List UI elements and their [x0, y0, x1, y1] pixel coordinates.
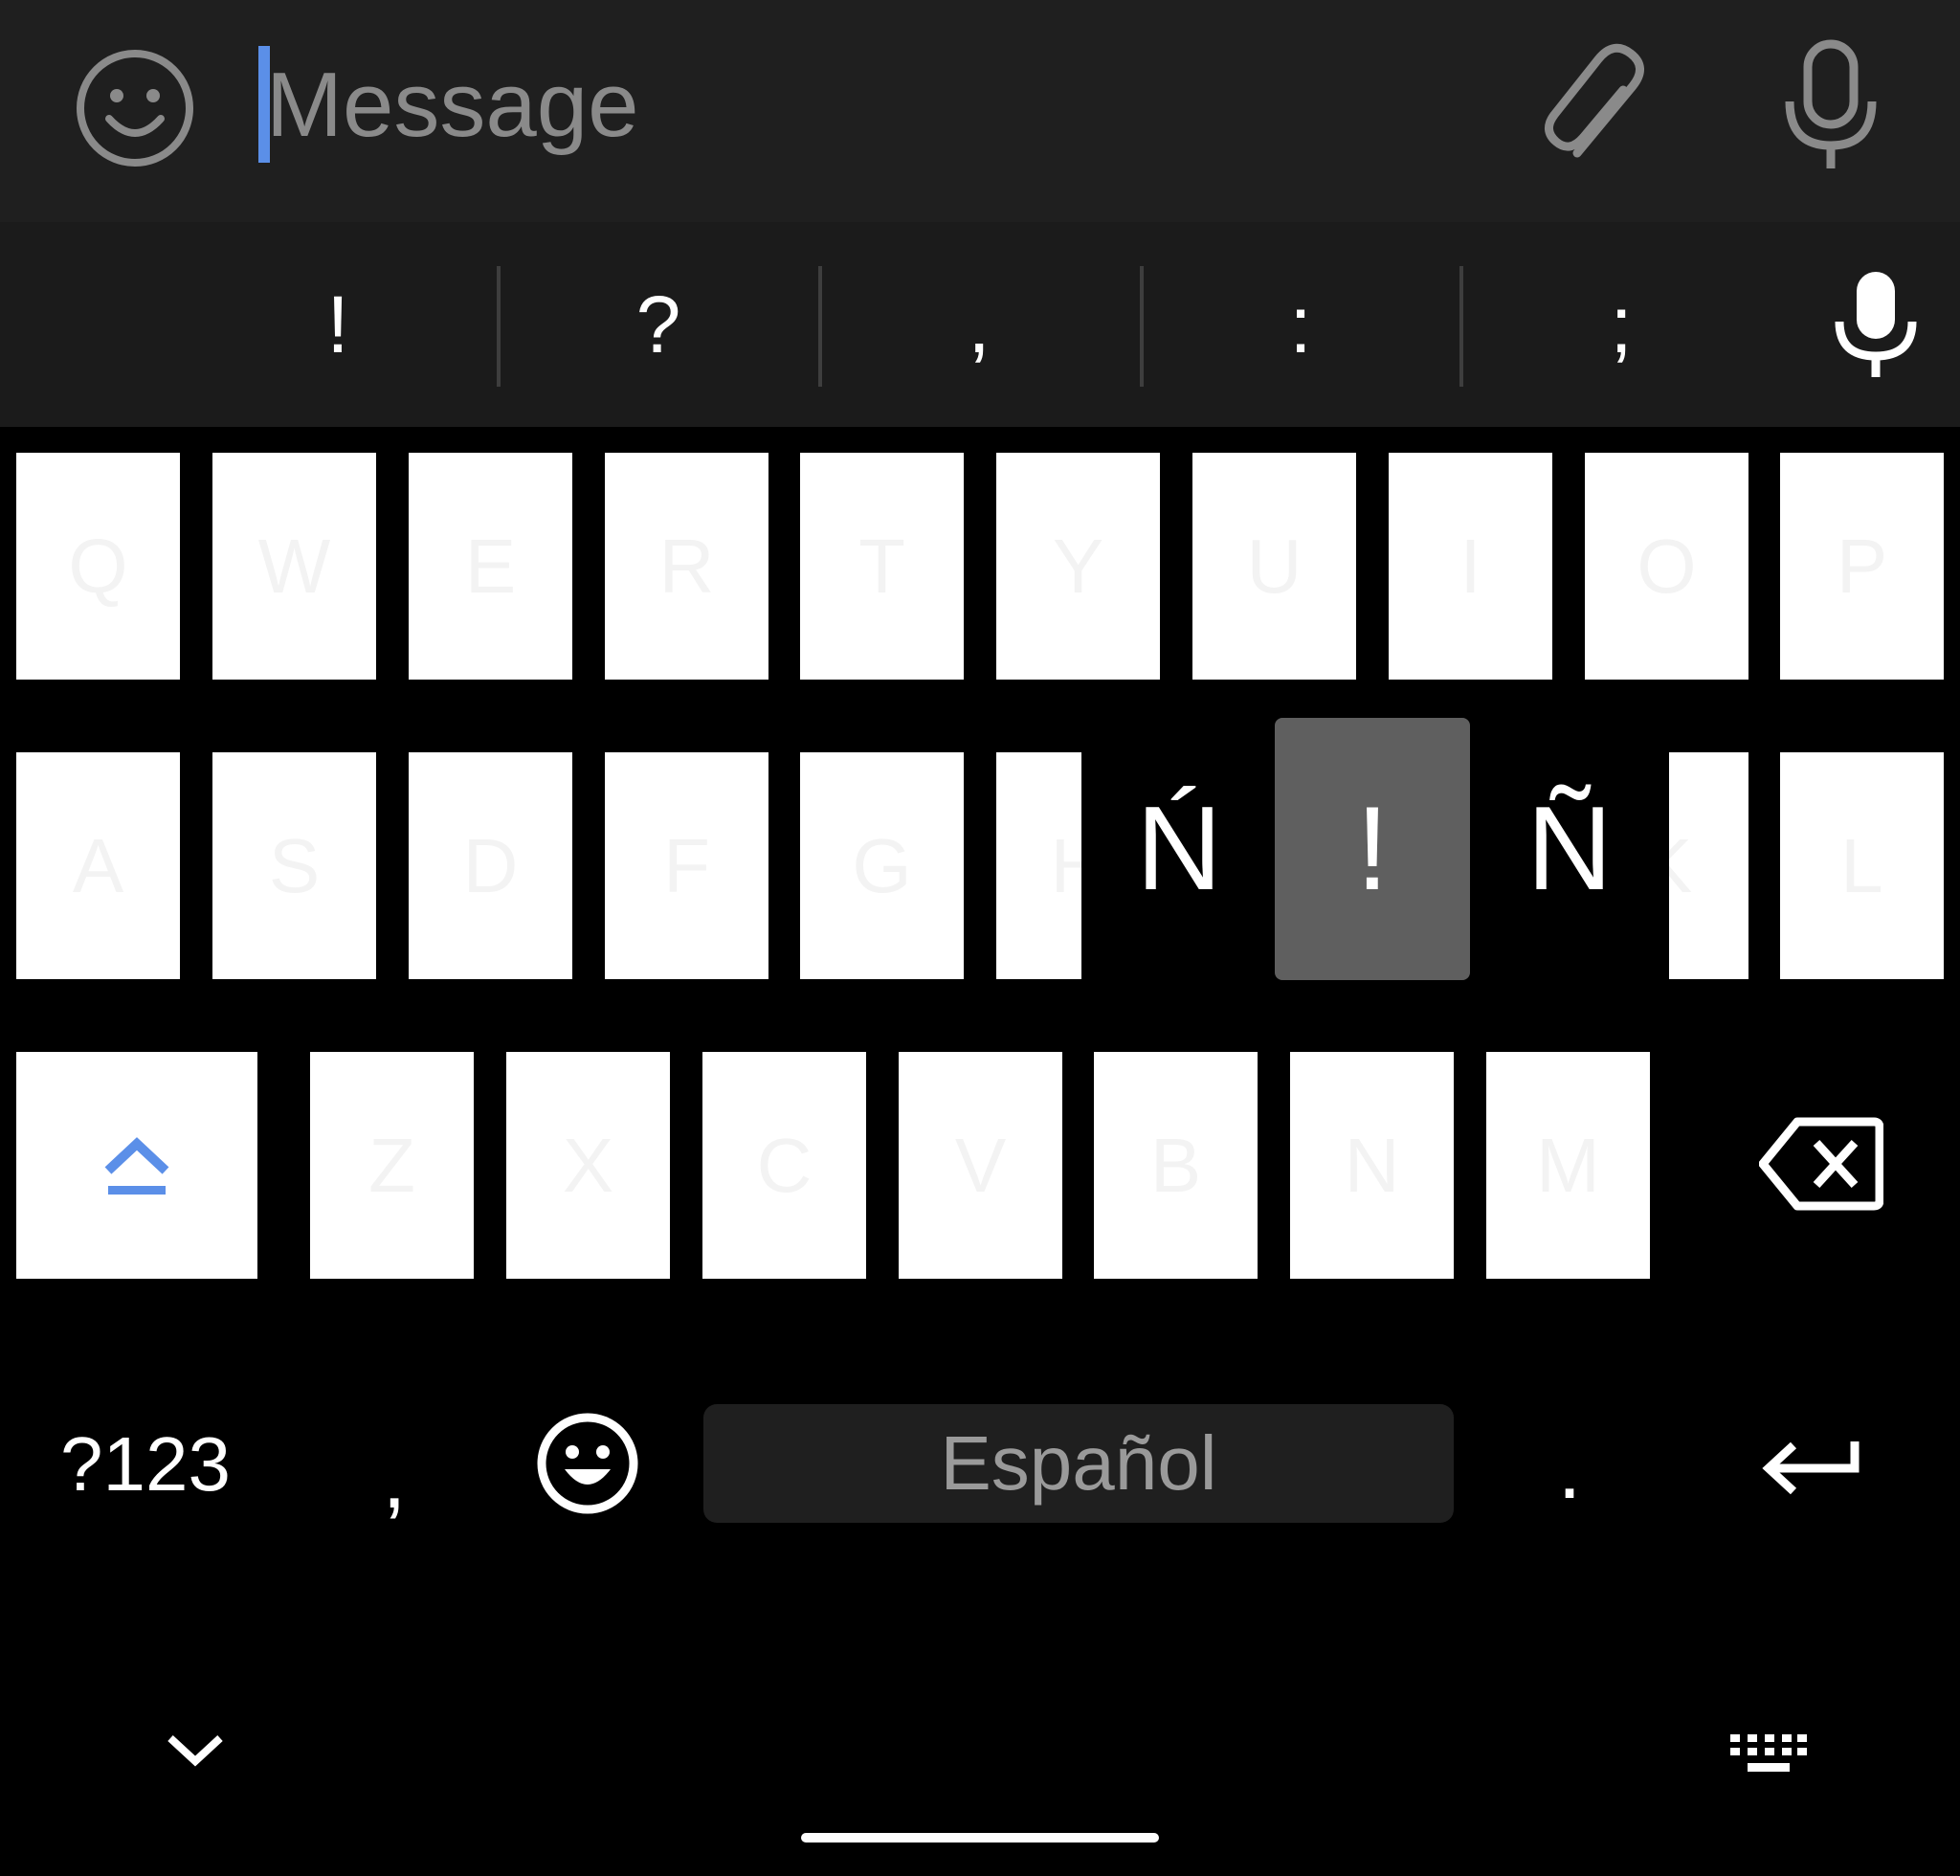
key-label: W [257, 523, 331, 609]
key-label: V [954, 1122, 1007, 1208]
key-o[interactable]: O [1585, 453, 1748, 680]
key-b[interactable]: B [1094, 1052, 1258, 1279]
key-d[interactable]: D [409, 752, 572, 979]
key-label: T [858, 523, 905, 609]
key-label: G [852, 822, 912, 908]
paperclip-icon[interactable] [1541, 38, 1665, 172]
key-f[interactable]: F [605, 752, 768, 979]
key-r[interactable]: R [605, 453, 768, 680]
key-s[interactable]: S [212, 752, 376, 979]
key-label: Y [1052, 523, 1104, 609]
key-label: L [1840, 822, 1883, 908]
shift-key[interactable] [16, 1052, 257, 1279]
compose-bar [0, 0, 1960, 222]
suggestion-strip: ! ? , : ; [0, 222, 1960, 427]
key-n[interactable]: N [1290, 1052, 1454, 1279]
divider [818, 266, 822, 387]
key-label: S [268, 822, 321, 908]
key-p[interactable]: P [1780, 453, 1944, 680]
key-e[interactable]: E [409, 453, 572, 680]
key-x[interactable]: X [506, 1052, 670, 1279]
key-w[interactable]: W [212, 453, 376, 680]
accent-option[interactable]: Ñ [1472, 718, 1667, 980]
key-label: C [756, 1122, 813, 1208]
voice-input-icon[interactable] [1828, 268, 1924, 381]
key-y[interactable]: Y [996, 453, 1160, 680]
key-label: A [72, 822, 124, 908]
key-a[interactable]: A [16, 752, 180, 979]
message-input[interactable] [266, 38, 1414, 172]
key-label: M [1536, 1122, 1600, 1208]
key-q[interactable]: Q [16, 453, 180, 680]
key-v[interactable]: V [899, 1052, 1062, 1279]
key-i[interactable]: I [1389, 453, 1552, 680]
symbols-key[interactable]: ?123 [50, 1407, 241, 1522]
key-label: Q [68, 523, 128, 609]
suggestion-item[interactable]: , [898, 222, 1060, 427]
key-z[interactable]: Z [310, 1052, 474, 1279]
key-label: N [1344, 1122, 1400, 1208]
accent-option-selected[interactable]: ! [1275, 718, 1470, 980]
key-label: B [1149, 1122, 1202, 1208]
keyboard-switch-icon[interactable] [1728, 1732, 1807, 1780]
key-label: X [562, 1122, 614, 1208]
key-label: Z [368, 1122, 415, 1208]
comma-key[interactable]: , [346, 1407, 442, 1551]
backspace-icon[interactable] [1758, 1116, 1884, 1212]
key-label: D [462, 822, 519, 908]
key-g[interactable]: G [800, 752, 964, 979]
key-label: O [1637, 523, 1697, 609]
space-bar[interactable]: Español [703, 1404, 1454, 1523]
suggestion-item[interactable]: ! [256, 222, 419, 427]
key-l[interactable]: L [1780, 752, 1944, 979]
key-label: R [658, 523, 715, 609]
suggestion-item[interactable]: ; [1540, 222, 1703, 427]
accent-popup: Ń ! Ñ [1081, 718, 1669, 980]
enter-icon[interactable] [1759, 1432, 1864, 1505]
emoji-icon[interactable] [75, 48, 195, 168]
shift-arrow-icon [104, 1137, 169, 1195]
key-label: E [464, 523, 517, 609]
divider [1140, 266, 1144, 387]
key-c[interactable]: C [702, 1052, 866, 1279]
suggestion-item[interactable]: : [1219, 222, 1382, 427]
period-key[interactable]: . [1522, 1407, 1617, 1531]
key-m[interactable]: M [1486, 1052, 1650, 1279]
key-t[interactable]: T [800, 453, 964, 680]
suggestion-item[interactable]: ? [577, 222, 740, 427]
emoji-icon[interactable] [536, 1412, 639, 1515]
home-indicator[interactable] [801, 1833, 1159, 1842]
divider [1459, 266, 1463, 387]
key-label: P [1836, 523, 1888, 609]
divider [497, 266, 501, 387]
key-label: I [1459, 523, 1481, 609]
key-u[interactable]: U [1192, 453, 1356, 680]
microphone-icon[interactable] [1778, 38, 1883, 172]
accent-option[interactable]: Ń [1081, 718, 1277, 980]
key-label: F [663, 822, 710, 908]
chevron-down-icon[interactable] [165, 1731, 226, 1769]
key-label: U [1246, 523, 1303, 609]
